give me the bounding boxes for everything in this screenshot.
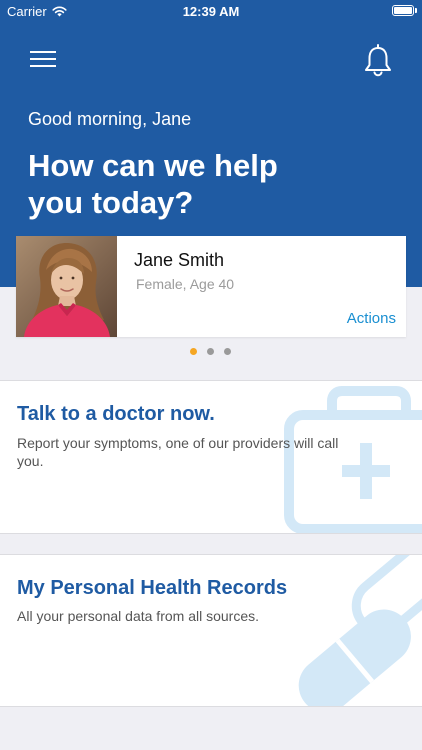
health-records-card[interactable]: My Personal Health Records All your pers… — [0, 554, 422, 707]
talk-to-doctor-card[interactable]: Talk to a doctor now. Report your sympto… — [0, 380, 422, 534]
battery-level — [394, 7, 412, 14]
page-indicator[interactable] — [190, 348, 231, 355]
greeting-text: Good morning, Jane — [28, 109, 192, 129]
profile-name: Jane Smith — [134, 250, 225, 270]
status-time: 12:39 AM — [182, 4, 240, 19]
profile-meta: Female, Age 40 — [136, 276, 235, 292]
page-dot[interactable] — [207, 348, 214, 355]
page-dot[interactable] — [190, 348, 197, 355]
profile-card[interactable]: Jane Smith Female, Age 40 Actions — [16, 236, 406, 337]
card-title: My Personal Health Records — [17, 577, 288, 599]
card-description: All your personal data from all sources. — [17, 608, 259, 624]
card-description: Report your symptoms, one of our provide… — [17, 435, 339, 469]
hamburger-menu-icon[interactable] — [28, 47, 58, 71]
avatar — [16, 236, 117, 337]
battery-icon — [392, 5, 414, 16]
status-bar: Carrier 12:39 AM — [0, 0, 422, 22]
actions-link[interactable]: Actions — [347, 310, 396, 327]
page-dot[interactable] — [224, 348, 231, 355]
pills-icon — [298, 555, 422, 706]
card-title: Talk to a doctor now. — [17, 403, 215, 425]
battery-cap — [415, 8, 417, 13]
page-headline: How can we help you today? — [28, 148, 278, 220]
bell-icon[interactable] — [362, 42, 394, 78]
